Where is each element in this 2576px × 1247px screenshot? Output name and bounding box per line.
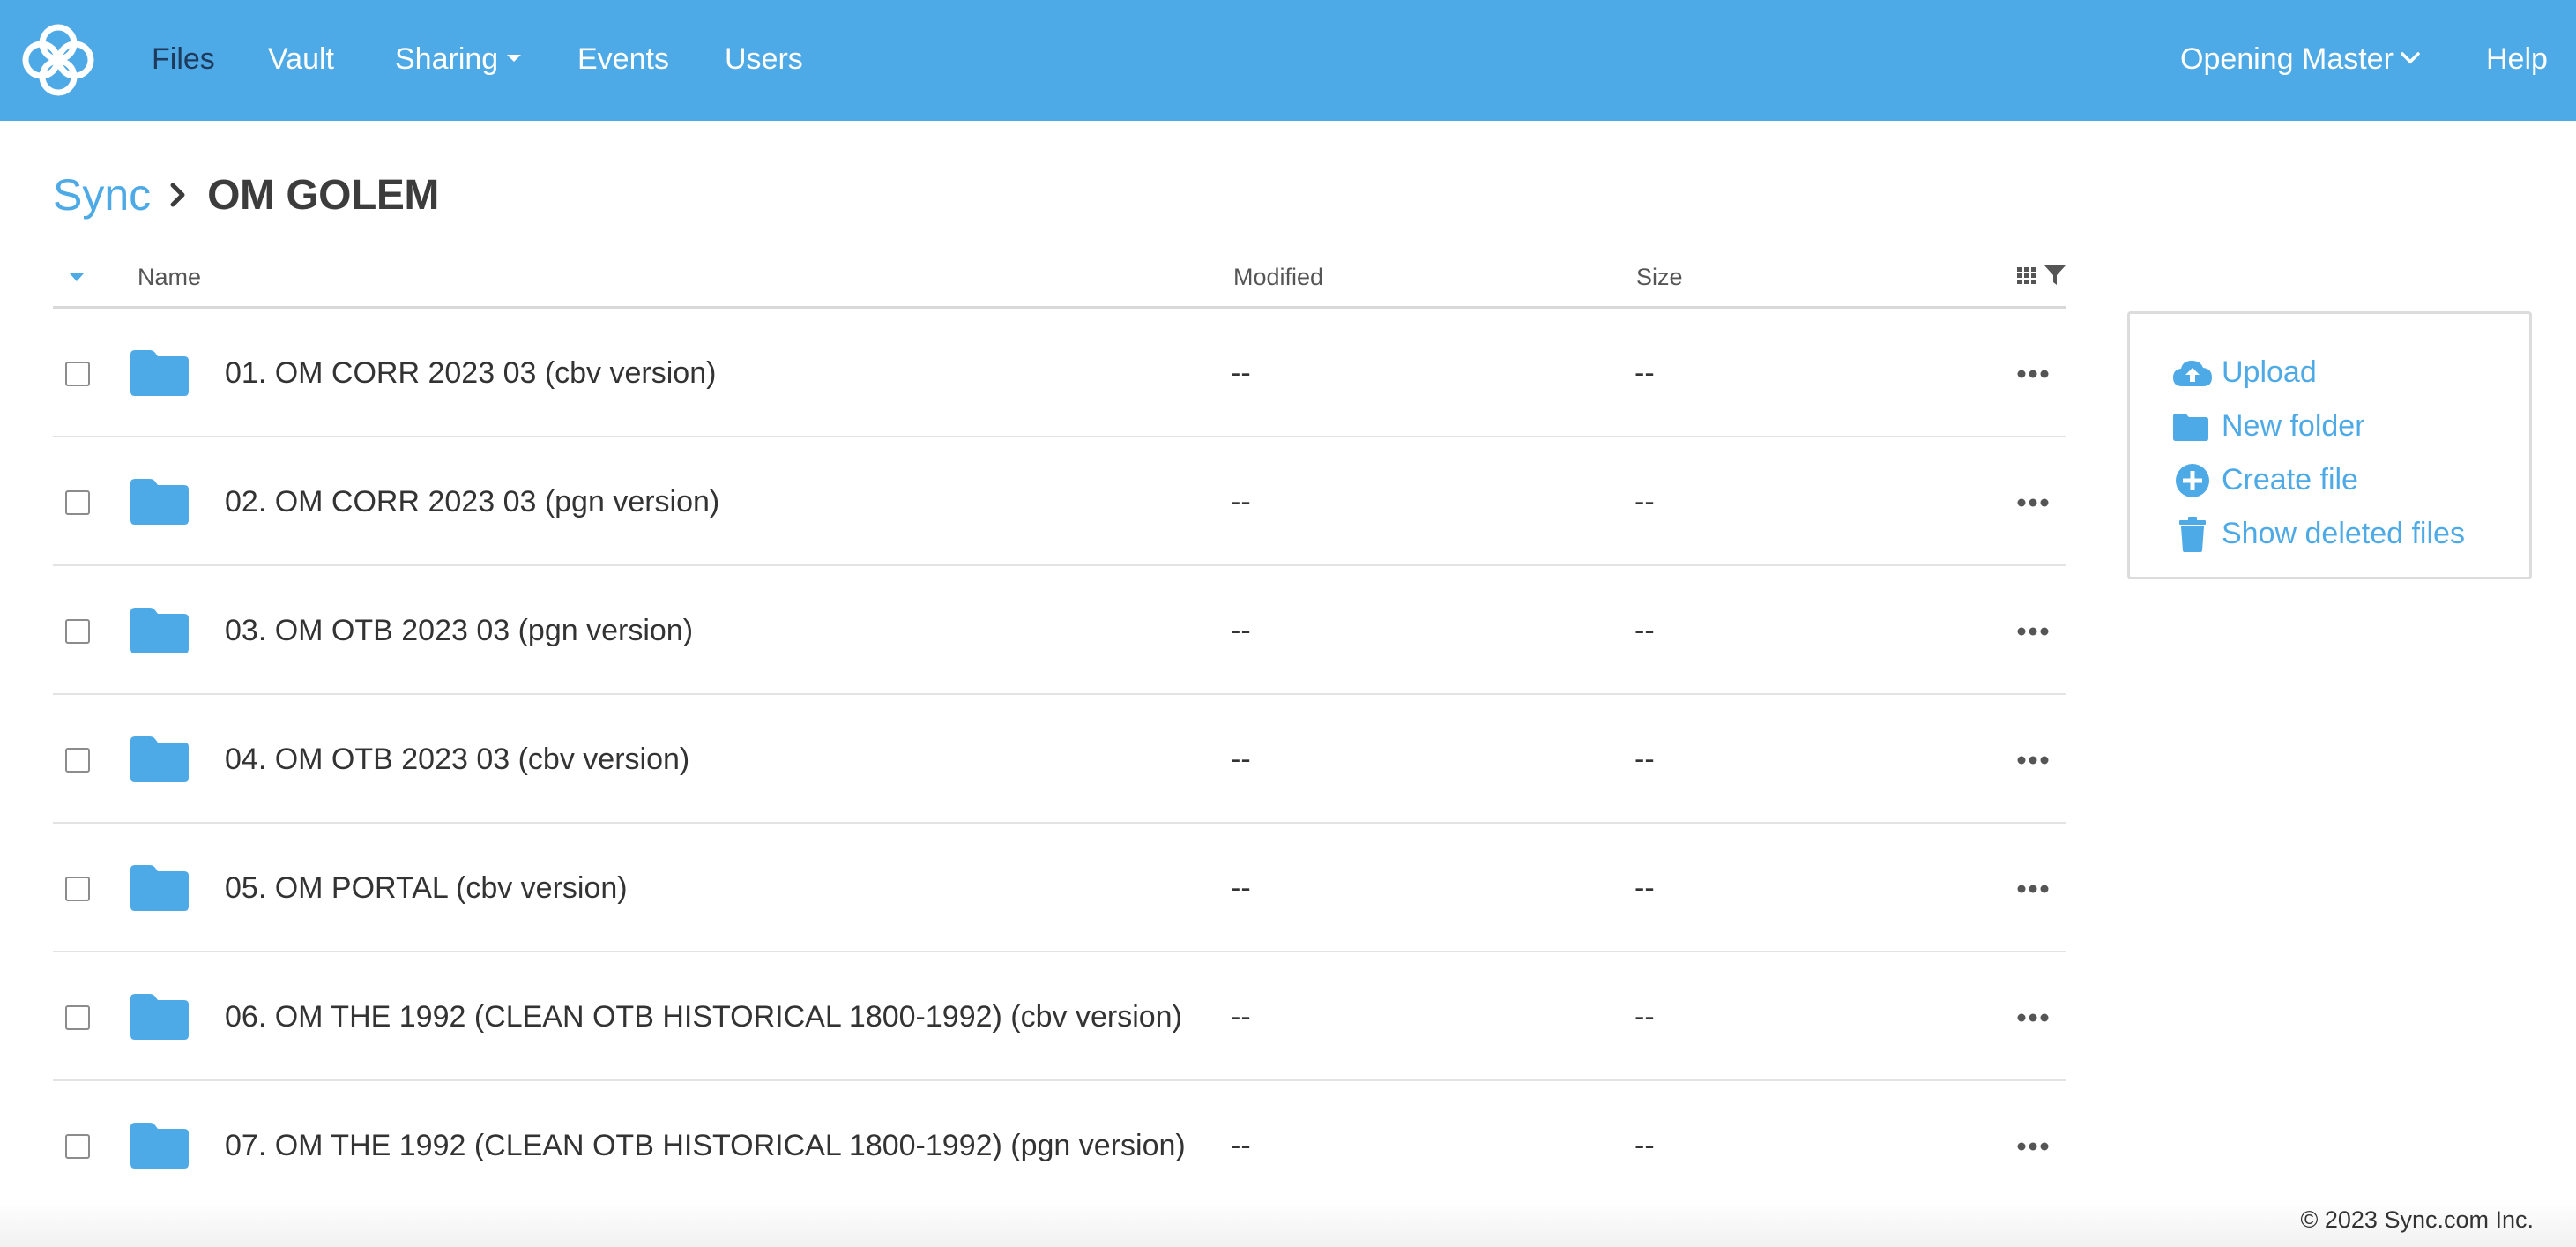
file-name[interactable]: 06. OM THE 1992 (CLEAN OTB HISTORICAL 18…: [225, 952, 1182, 1081]
folder-icon: [130, 1123, 189, 1169]
table-tools: [2015, 263, 2066, 287]
nav-vault[interactable]: Vault: [268, 0, 334, 121]
folder-icon: [130, 736, 189, 782]
table-row[interactable]: 04. OM OTB 2023 03 (cbv version) -- --: [53, 695, 2066, 824]
breadcrumb-root-link[interactable]: Sync: [53, 169, 151, 220]
sort-caret-icon[interactable]: [70, 273, 84, 281]
file-size: --: [1634, 871, 1655, 905]
upload-label: Upload: [2222, 355, 2317, 389]
file-size: --: [1634, 356, 1655, 390]
breadcrumb: Sync OM GOLEM: [53, 164, 439, 226]
footer-bar: [0, 1199, 2576, 1247]
row-checkbox[interactable]: [65, 490, 90, 515]
file-size: --: [1634, 614, 1655, 647]
top-navbar: Files Vault Sharing Events Users Opening…: [0, 0, 2576, 121]
cloud-upload-icon: [2173, 360, 2212, 386]
more-options-icon[interactable]: [2015, 365, 2051, 383]
file-name[interactable]: 03. OM OTB 2023 03 (pgn version): [225, 566, 693, 695]
create-file-label: Create file: [2222, 463, 2358, 497]
file-name[interactable]: 01. OM CORR 2023 03 (cbv version): [225, 309, 716, 437]
trash-icon: [2179, 516, 2206, 552]
file-modified: --: [1231, 871, 1251, 905]
folder-icon: [130, 865, 189, 911]
file-modified: --: [1231, 356, 1251, 390]
create-file-button[interactable]: Create file: [2130, 453, 2529, 507]
table-row[interactable]: 02. OM CORR 2023 03 (pgn version) -- --: [53, 437, 2066, 566]
show-deleted-files-label: Show deleted files: [2222, 517, 2465, 550]
more-options-icon[interactable]: [2015, 751, 2051, 769]
file-table: Name Modified Size 01. OM CORR 2023 03 (…: [53, 245, 2066, 1210]
filter-icon[interactable]: [2044, 263, 2066, 287]
plus-circle-icon: [2176, 463, 2209, 497]
show-deleted-files-button[interactable]: Show deleted files: [2130, 507, 2529, 561]
file-modified: --: [1231, 743, 1251, 776]
upload-button[interactable]: Upload: [2130, 346, 2529, 399]
file-modified: --: [1231, 614, 1251, 647]
more-options-icon[interactable]: [2015, 880, 2051, 898]
table-row[interactable]: 05. OM PORTAL (cbv version) -- --: [53, 824, 2066, 952]
more-options-icon[interactable]: [2015, 1138, 2051, 1155]
nav-sharing[interactable]: Sharing: [395, 0, 522, 121]
column-header-modified[interactable]: Modified: [1233, 245, 1323, 309]
file-modified: --: [1231, 1000, 1251, 1034]
column-header-size[interactable]: Size: [1636, 245, 1683, 309]
file-size: --: [1634, 1129, 1655, 1162]
breadcrumb-current-folder: OM GOLEM: [207, 171, 439, 219]
file-size: --: [1634, 743, 1655, 776]
row-checkbox[interactable]: [65, 362, 90, 386]
file-name[interactable]: 02. OM CORR 2023 03 (pgn version): [225, 437, 719, 566]
row-checkbox[interactable]: [65, 1134, 90, 1159]
copyright-text: © 2023 Sync.com Inc.: [2300, 1206, 2534, 1233]
column-header-name[interactable]: Name: [138, 245, 201, 309]
grid-view-icon[interactable]: [2015, 264, 2038, 287]
folder-icon: [130, 350, 189, 396]
table-header: Name Modified Size: [53, 245, 2066, 309]
file-modified: --: [1231, 485, 1251, 519]
file-name[interactable]: 04. OM OTB 2023 03 (cbv version): [225, 695, 689, 824]
more-options-icon[interactable]: [2015, 623, 2051, 640]
account-name: Opening Master: [2180, 42, 2394, 76]
folder-icon: [130, 994, 189, 1040]
chevron-right-icon: [170, 183, 186, 207]
account-menu[interactable]: Opening Master: [2180, 0, 2420, 121]
row-checkbox[interactable]: [65, 619, 90, 644]
table-row[interactable]: 03. OM OTB 2023 03 (pgn version) -- --: [53, 566, 2066, 695]
nav-files[interactable]: Files: [152, 0, 215, 121]
file-modified: --: [1231, 1129, 1251, 1162]
folder-icon: [130, 479, 189, 525]
file-size: --: [1634, 485, 1655, 519]
nav-help[interactable]: Help: [2486, 0, 2548, 121]
chevron-down-icon: [2401, 52, 2420, 64]
more-options-icon[interactable]: [2015, 1009, 2051, 1027]
new-folder-button[interactable]: New folder: [2130, 399, 2529, 453]
table-row[interactable]: 01. OM CORR 2023 03 (cbv version) -- --: [53, 309, 2066, 437]
row-checkbox[interactable]: [65, 1005, 90, 1030]
file-name[interactable]: 05. OM PORTAL (cbv version): [225, 824, 628, 952]
folder-icon: [130, 608, 189, 653]
nav-users[interactable]: Users: [725, 0, 803, 121]
table-row[interactable]: 06. OM THE 1992 (CLEAN OTB HISTORICAL 18…: [53, 952, 2066, 1081]
table-row[interactable]: 07. OM THE 1992 (CLEAN OTB HISTORICAL 18…: [53, 1081, 2066, 1210]
sync-logo-icon[interactable]: [19, 21, 97, 99]
new-folder-label: New folder: [2222, 409, 2365, 443]
file-size: --: [1634, 1000, 1655, 1034]
row-checkbox[interactable]: [65, 877, 90, 901]
file-name[interactable]: 07. OM THE 1992 (CLEAN OTB HISTORICAL 18…: [225, 1081, 1186, 1210]
caret-down-icon: [507, 55, 522, 63]
nav-events[interactable]: Events: [577, 0, 669, 121]
folder-icon: [2173, 413, 2208, 441]
actions-panel: Upload New folder Create file Show delet…: [2127, 311, 2532, 579]
more-options-icon[interactable]: [2015, 494, 2051, 511]
row-checkbox[interactable]: [65, 748, 90, 773]
nav-sharing-label: Sharing: [395, 42, 499, 76]
